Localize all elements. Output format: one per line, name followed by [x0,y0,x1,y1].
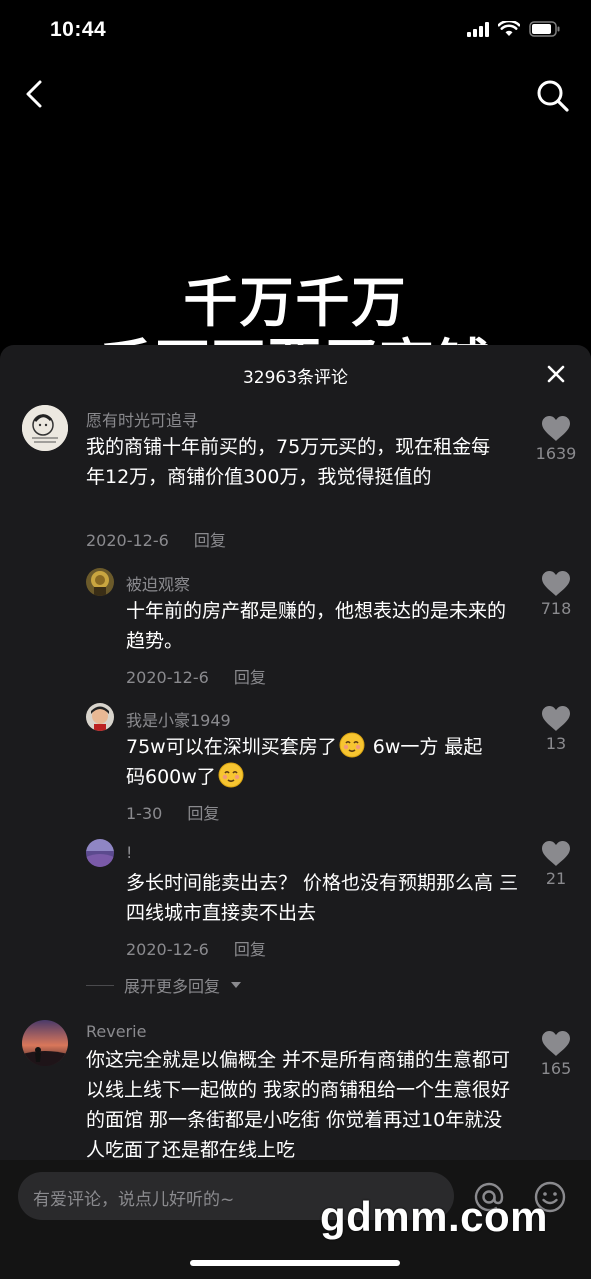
blush-emoji-icon [218,762,244,788]
reply-button[interactable]: 回复 [234,668,266,687]
close-icon[interactable] [543,361,569,387]
like-button[interactable]: 13 [533,705,579,753]
comment-meta: 2020-12-6 回复 [86,527,246,551]
like-button[interactable]: 1639 [533,415,579,463]
avatar[interactable] [86,839,114,867]
comment-username[interactable]: 愿有时光可追寻 [86,407,198,431]
like-button[interactable]: 21 [533,840,579,888]
watermark: gdmm.com [320,1193,549,1240]
search-icon[interactable] [535,78,571,114]
back-icon[interactable] [20,78,52,110]
status-time: 10:44 [50,18,107,41]
status-bar: 10:44 [0,0,591,64]
comment-text: 你这完全就是以偏概全 并不是所有商铺的生意都可以线上线下一起做的 我家的商铺租给… [86,1049,511,1161]
wifi-icon [498,21,520,36]
like-count: 165 [540,1059,572,1078]
avatar[interactable] [86,568,114,596]
expand-more-replies[interactable]: 展开更多回复 [86,973,242,997]
comment-username[interactable]: 被迫观察 [126,571,190,595]
comments-sheet: 32963条评论 愿有时光可追寻 我的商铺十年前买的，75万元买的，现在租金每年… [0,345,591,1279]
heart-icon [542,841,570,866]
comment-text-part: 码600w了 [126,766,216,788]
comment-text-part: 75w可以在深圳买套房了 [126,736,337,758]
comment-input-bar: 有爱评论，说点儿好听的~ gdmm.com [0,1160,591,1279]
reply-button[interactable]: 回复 [187,804,219,823]
comments-header: 32963条评论 [0,345,591,403]
avatar[interactable] [86,703,114,731]
heart-icon [542,416,570,441]
avatar[interactable] [22,1020,68,1066]
comment-text: 多长时间能卖出去？ 价格也没有预期那么高 三四线城市直接卖不出去 [126,872,519,924]
chevron-down-icon [231,982,242,988]
like-button[interactable]: 165 [533,1030,579,1078]
like-count: 13 [545,734,567,753]
comment-username[interactable]: Reverie [86,1022,146,1041]
expand-more-label: 展开更多回复 [124,977,221,996]
comment-meta: 2020-12-6 回复 [126,936,286,960]
avatar[interactable] [22,405,68,451]
like-count: 718 [540,599,572,618]
comment-count: 32963条评论 [242,368,349,388]
comment-text: 我的商铺十年前买的，75万元买的，现在租金每年12万，商铺价值300万，我觉得挺… [86,436,491,488]
heart-icon [542,706,570,731]
comment-username[interactable]: 我是小豪1949 [126,707,231,731]
like-count: 21 [545,869,567,888]
reply-button[interactable]: 回复 [194,531,226,550]
heart-icon [542,1031,570,1056]
cellular-signal-icon [467,21,489,37]
comment-date: 1-30 [126,804,163,823]
comment-meta: 2020-12-6 回复 [126,664,286,688]
reply-button[interactable]: 回复 [234,940,266,959]
comment-text-part: 6w一方 最起 [366,736,483,758]
comment-meta: 1-30 回复 [126,800,239,824]
comment-input-placeholder: 有爱评论，说点儿好听的~ [33,1190,235,1210]
status-icons [467,21,561,37]
divider [86,984,114,986]
blush-emoji-icon [339,732,365,758]
comment-text: 75w可以在深圳买套房了 6w一方 最起码600w了 [126,732,531,792]
comment-username[interactable]: ! [126,843,132,862]
comment-text: 十年前的房产都是赚的，他想表达的是未来的趋势。 [126,600,507,652]
like-button[interactable]: 718 [533,570,579,618]
heart-icon [542,571,570,596]
battery-icon [529,21,560,37]
comment-date: 2020-12-6 [126,668,209,687]
comment-date: 2020-12-6 [126,940,209,959]
like-count: 1639 [535,444,577,463]
comment-date: 2020-12-6 [86,531,169,550]
home-indicator [190,1260,400,1266]
